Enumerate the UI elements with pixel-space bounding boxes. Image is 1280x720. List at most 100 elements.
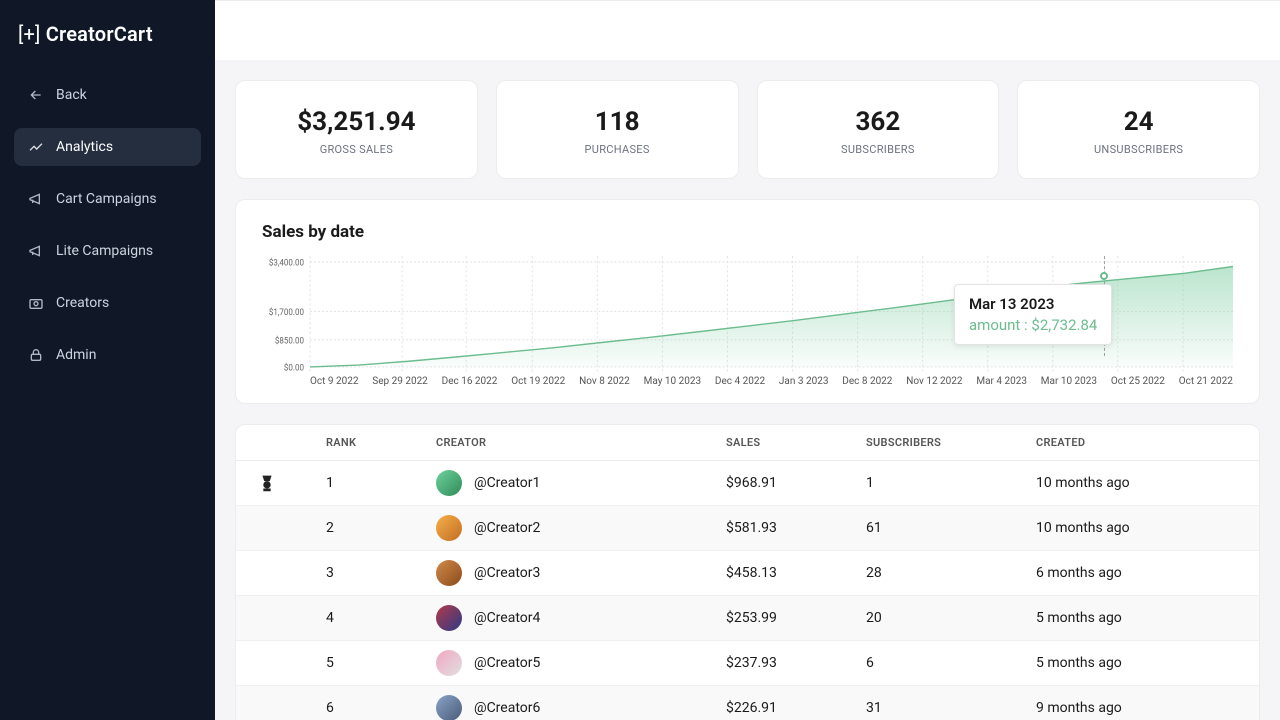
stat-card-unsubscribers: 24 UNSUBSCRIBERS (1017, 80, 1260, 179)
avatar (436, 695, 462, 720)
main-area: $3,251.94GROSS SALES118PURCHASES362SUBSC… (215, 0, 1280, 720)
megaphone-icon (28, 243, 44, 259)
x-tick: Nov 12 2022 (906, 376, 962, 387)
stat-card-gross-sales: $3,251.94 GROSS SALES (235, 80, 478, 179)
sidebar: [+] CreatorCart BackAnalyticsCart Campai… (0, 0, 215, 720)
avatar (436, 560, 462, 586)
table-row[interactable]: 1@Creator1$968.91110 months ago (236, 461, 1259, 506)
sidebar-item-analytics[interactable]: Analytics (14, 128, 201, 166)
cell-sales: $968.91 (716, 461, 856, 506)
content: $3,251.94GROSS SALES118PURCHASES362SUBSC… (215, 60, 1280, 720)
stat-card-purchases: 118PURCHASES (496, 80, 739, 179)
creator-table: RANK CREATOR SALES SUBSCRIBERS CREATED 1… (236, 425, 1259, 720)
x-tick: Sep 29 2022 (372, 376, 428, 387)
cell-sales: $253.99 (716, 596, 856, 641)
cell-created: 5 months ago (1026, 641, 1259, 686)
sidebar-item-label: Back (56, 87, 87, 103)
stat-label: UNSUBSCRIBERS (1028, 143, 1249, 156)
cell-created: 6 months ago (1026, 551, 1259, 596)
sidebar-item-label: Lite Campaigns (56, 243, 153, 259)
lock-icon (28, 347, 44, 363)
x-tick: Oct 25 2022 (1111, 376, 1165, 387)
sidebar-item-creators[interactable]: Creators (14, 284, 201, 322)
th-created[interactable]: CREATED (1026, 425, 1259, 461)
chart-tooltip: Mar 13 2023 amount : $2,732.84 (954, 284, 1112, 345)
th-sales[interactable]: SALES (716, 425, 856, 461)
cell-sales: $226.91 (716, 686, 856, 720)
tooltip-amount: amount : $2,732.84 (969, 316, 1097, 334)
y-tick: $850.00 (275, 335, 304, 347)
cell-sales: $581.93 (716, 506, 856, 551)
brand-prefix: [+] (18, 22, 41, 46)
creator-table-card: RANK CREATOR SALES SUBSCRIBERS CREATED 1… (235, 424, 1260, 720)
y-tick: $1,700.00 (269, 306, 304, 318)
cell-creator: @Creator4 (474, 610, 540, 626)
th-rank[interactable]: RANK (316, 425, 426, 461)
stat-value: $3,251.94 (246, 107, 467, 137)
x-tick: May 10 2023 (644, 376, 702, 387)
x-tick: Nov 8 2022 (579, 376, 630, 387)
tooltip-date: Mar 13 2023 (969, 295, 1097, 313)
cell-subscribers: 6 (856, 641, 1026, 686)
camera-icon (28, 295, 44, 311)
table-row[interactable]: 3@Creator3$458.13286 months ago (236, 551, 1259, 596)
stat-card-subscribers: 362SUBSCRIBERS (757, 80, 1000, 179)
cell-creator: @Creator2 (474, 520, 540, 536)
stats-row: $3,251.94 GROSS SALES 118PURCHASES362SUBSC… (235, 80, 1260, 179)
stat-label: GROSS SALES (246, 143, 467, 156)
avatar (436, 650, 462, 676)
cell-subscribers: 31 (856, 686, 1026, 720)
x-tick: Mar 10 2023 (1041, 376, 1097, 387)
table-row[interactable]: 4@Creator4$253.99205 months ago (236, 596, 1259, 641)
sidebar-item-label: Creators (56, 295, 109, 311)
x-tick: Mar 4 2023 (976, 376, 1027, 387)
x-tick: Dec 16 2022 (442, 376, 498, 387)
x-tick: Oct 21 2022 (1179, 376, 1233, 387)
chart-area[interactable]: $3,400.00 $1,700.00 $850.00 $0.00 (262, 256, 1233, 374)
sidebar-item-admin[interactable]: Admin (14, 336, 201, 374)
cell-created: 5 months ago (1026, 596, 1259, 641)
cell-rank: 3 (316, 551, 426, 596)
th-creator[interactable]: CREATOR (426, 425, 716, 461)
cell-created: 9 months ago (1026, 686, 1259, 720)
cell-created: 10 months ago (1026, 506, 1259, 551)
avatar (436, 515, 462, 541)
sidebar-nav: Back Analytics Cart Campaigns Lite Campaign… (0, 76, 215, 374)
stat-value: 24 (1028, 107, 1249, 137)
table-row[interactable]: 6@Creator6$226.91319 months ago (236, 686, 1259, 720)
first-place-icon (246, 472, 306, 494)
chart-card: Sales by date (235, 199, 1260, 404)
cell-created: 10 months ago (1026, 461, 1259, 506)
cell-sales: $458.13 (716, 551, 856, 596)
cell-creator: @Creator6 (474, 700, 540, 716)
x-tick: Jan 3 2023 (779, 376, 829, 387)
x-tick: Dec 4 2022 (715, 376, 765, 387)
cell-rank: 4 (316, 596, 426, 641)
sidebar-item-label: Analytics (56, 139, 113, 155)
sidebar-item-label: Cart Campaigns (56, 191, 157, 207)
cell-creator: @Creator1 (474, 475, 540, 491)
y-tick: $3,400.00 (269, 257, 304, 269)
sidebar-item-lite-campaigns[interactable]: Lite Campaigns (14, 232, 201, 270)
stat-value: 118 (507, 107, 728, 137)
cell-creator: @Creator3 (474, 565, 540, 581)
chart-x-labels: Oct 9 2022Sep 29 2022Dec 16 2022Oct 19 2… (262, 376, 1233, 387)
sidebar-item-back[interactable]: Back (14, 76, 201, 114)
megaphone-icon (28, 191, 44, 207)
cell-creator: @Creator5 (474, 655, 540, 671)
cell-subscribers: 61 (856, 506, 1026, 551)
cell-sales: $237.93 (716, 641, 856, 686)
table-row[interactable]: 5 @Creator5 $237.9365 months ago (236, 641, 1259, 686)
table-row[interactable]: 2 @Creator2 $581.936110 months ago (236, 506, 1259, 551)
cell-rank: 5 (316, 641, 426, 686)
cell-rank: 2 (316, 506, 426, 551)
avatar (436, 470, 462, 496)
cell-subscribers: 1 (856, 461, 1026, 506)
sidebar-item-cart-campaigns[interactable]: Cart Campaigns (14, 180, 201, 218)
x-tick: Dec 8 2022 (842, 376, 892, 387)
th-subscribers[interactable]: SUBSCRIBERS (856, 425, 1026, 461)
cell-rank: 1 (316, 461, 426, 506)
trend-icon (28, 139, 44, 155)
top-bar (215, 1, 1280, 60)
stat-value: 362 (768, 107, 989, 137)
